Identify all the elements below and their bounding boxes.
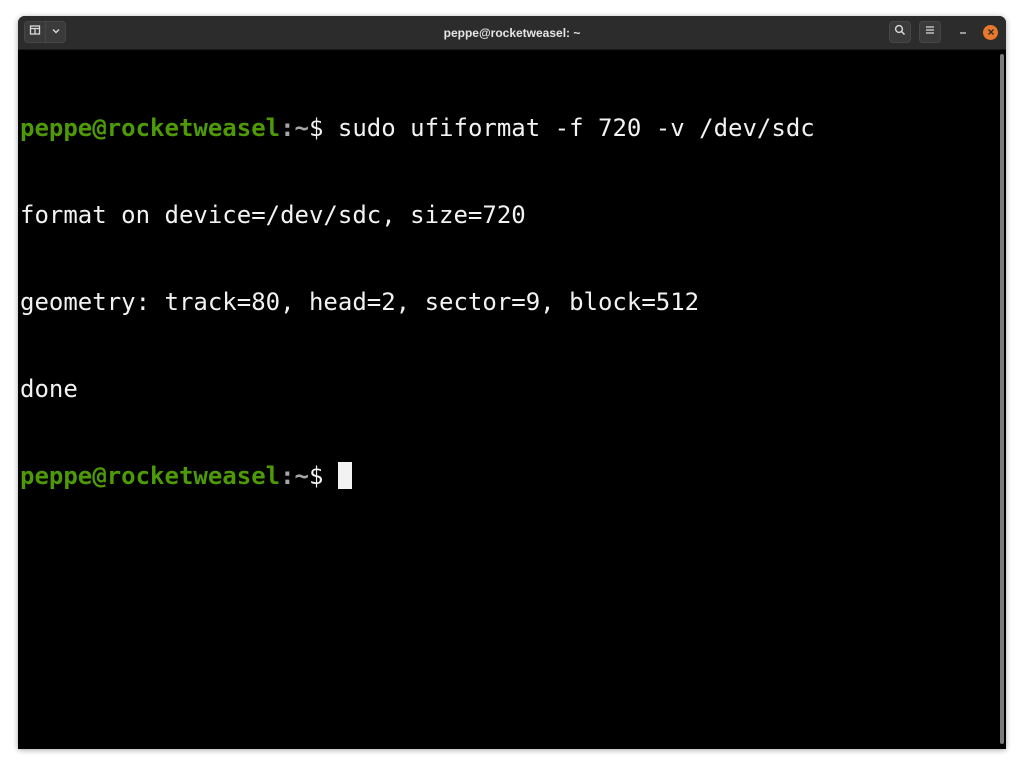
terminal-output-area[interactable]: peppe@rocketweasel:~$ sudo ufiformat -f … <box>18 50 1006 749</box>
window-controls <box>881 21 998 43</box>
close-button[interactable] <box>983 23 998 41</box>
output-line: done <box>20 375 78 403</box>
window-title: peppe@rocketweasel: ~ <box>443 26 581 40</box>
output-line: geometry: track=80, head=2, sector=9, bl… <box>20 288 700 316</box>
menu-button[interactable] <box>919 21 941 43</box>
prompt-path: :~ <box>280 462 309 490</box>
prompt-path: :~ <box>280 114 309 142</box>
output-line: format on device=/dev/sdc, size=720 <box>20 201 526 229</box>
scrollbar[interactable] <box>1000 54 1004 744</box>
text-cursor <box>337 462 352 489</box>
command-line: peppe@rocketweasel:~$ sudo ufiformat -f … <box>20 114 1006 143</box>
prompt-user-host: peppe@rocketweasel <box>20 114 281 142</box>
terminal-window: peppe@rocketweasel: ~ peppe@rocketweasel… <box>18 16 1006 749</box>
search-button[interactable] <box>889 21 911 43</box>
active-prompt-line[interactable]: peppe@rocketweasel:~$ <box>20 462 1006 491</box>
minimize-icon <box>958 23 968 41</box>
command-text: sudo ufiformat -f 720 -v /dev/sdc <box>337 114 815 142</box>
close-icon <box>987 23 995 41</box>
hamburger-menu-icon <box>924 23 936 41</box>
prompt-user-host: peppe@rocketweasel <box>20 462 281 490</box>
prompt-symbol: $ <box>309 114 338 142</box>
search-icon <box>894 23 906 41</box>
title-bar[interactable]: peppe@rocketweasel: ~ <box>18 16 1006 50</box>
minimize-button[interactable] <box>955 24 971 40</box>
prompt-symbol: $ <box>309 462 338 490</box>
